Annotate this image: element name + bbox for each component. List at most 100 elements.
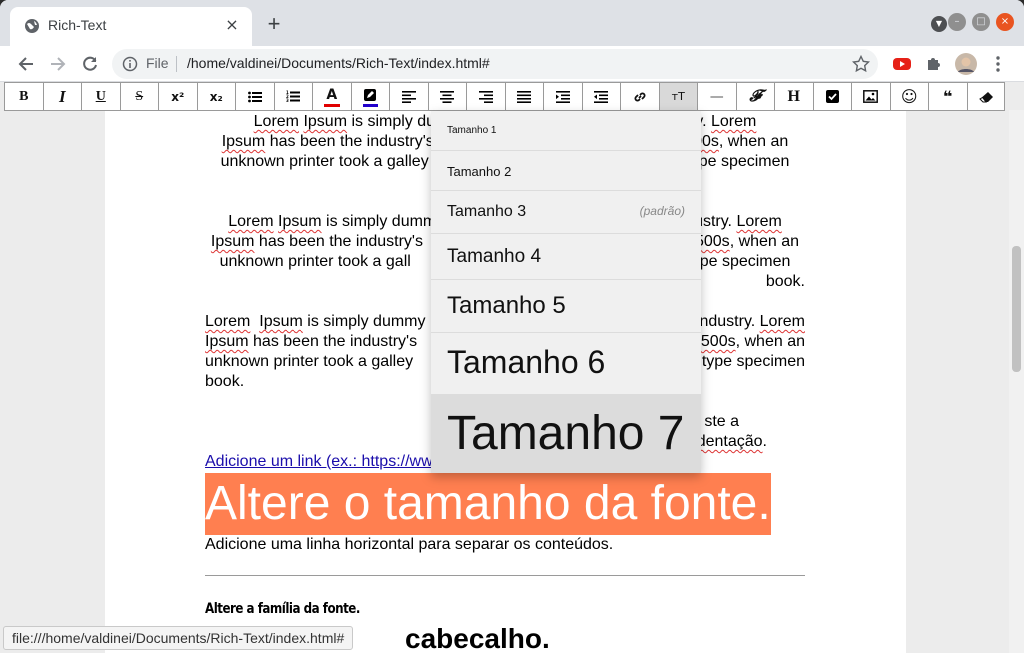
font-size-option-5[interactable]: Tamanho 5 xyxy=(431,280,701,333)
avatar[interactable] xyxy=(954,52,978,76)
align-justify-icon xyxy=(517,90,532,103)
youtube-extension-icon[interactable] xyxy=(890,52,914,76)
editor-toolbar: B I U S x² x₂ 123 A тT — 𝓕 H ☺ ❝ xyxy=(4,82,1005,111)
puzzle-extensions-icon[interactable] xyxy=(922,52,946,76)
font-family-icon: 𝓕 xyxy=(749,87,762,105)
browser-window: Rich-Text × + ▼ – □ × File /home/valdine… xyxy=(0,0,1024,653)
bold-icon: B xyxy=(19,88,29,104)
font-color-button[interactable]: A xyxy=(313,83,352,110)
info-icon[interactable] xyxy=(122,56,138,72)
horizontal-rule-button[interactable]: — xyxy=(698,83,737,110)
navigation-bar: File /home/valdinei/Documents/Rich-Text/… xyxy=(0,46,1024,82)
font-size-option-2[interactable]: Tamanho 2 xyxy=(431,151,701,191)
align-right-button[interactable] xyxy=(467,83,506,110)
eraser-button[interactable] xyxy=(968,83,1007,110)
option-label: Tamanho 3 xyxy=(447,203,527,220)
align-left-icon xyxy=(401,90,416,103)
horizontal-rule-icon: — xyxy=(709,88,724,105)
highlight-color-swatch xyxy=(362,104,378,107)
font-size-option-6[interactable]: Tamanho 6 xyxy=(431,333,701,395)
highlighter-icon xyxy=(364,88,377,101)
link-button[interactable] xyxy=(621,83,660,110)
font-size-button[interactable]: тT xyxy=(659,83,698,110)
font-color-icon: A xyxy=(326,86,338,103)
superscript-icon: x² xyxy=(171,89,185,104)
option-label: Tamanho 1 xyxy=(447,125,497,136)
strikethrough-button[interactable]: S xyxy=(121,83,159,110)
more-menu-icon[interactable] xyxy=(986,52,1010,76)
font-family-text: Altere a família da fonte. xyxy=(205,601,360,617)
back-arrow-icon xyxy=(18,57,33,71)
default-note: (padrão) xyxy=(639,204,685,218)
eraser-icon xyxy=(979,91,994,102)
heading-icon: H xyxy=(787,87,800,105)
underline-button[interactable]: U xyxy=(82,83,121,110)
unordered-list-button[interactable] xyxy=(236,83,275,110)
outdent-button[interactable] xyxy=(583,83,621,110)
url-text[interactable]: /home/valdinei/Documents/Rich-Text/index… xyxy=(187,55,490,71)
reload-icon xyxy=(83,56,97,71)
tab-rich-text[interactable]: Rich-Text × xyxy=(10,7,252,46)
italic-icon: I xyxy=(58,86,66,106)
tab-strip: Rich-Text × + ▼ – □ × xyxy=(0,0,1024,46)
font-color-swatch xyxy=(324,104,340,107)
quote-button[interactable]: ❝ xyxy=(929,83,968,110)
tab-title: Rich-Text xyxy=(48,17,107,33)
heading-button[interactable]: H xyxy=(775,83,814,110)
address-bar[interactable]: File /home/valdinei/Documents/Rich-Text/… xyxy=(112,49,878,79)
superscript-button[interactable]: x² xyxy=(159,83,198,110)
italic-button[interactable]: I xyxy=(44,83,82,110)
minimize-icon[interactable]: – xyxy=(948,13,966,31)
font-size-option-7[interactable]: Tamanho 7 xyxy=(431,395,701,473)
bookmark-star-icon[interactable] xyxy=(852,55,870,73)
image-icon xyxy=(863,90,879,103)
align-right-icon xyxy=(478,90,493,103)
scheme-label: File xyxy=(146,55,169,71)
divider xyxy=(176,56,177,72)
highlight-color-button[interactable] xyxy=(352,83,390,110)
hr-caption: Adicione uma linha horizontal para separ… xyxy=(205,536,614,553)
align-justify-button[interactable] xyxy=(506,83,544,110)
align-center-button[interactable] xyxy=(429,83,467,110)
option-label: Tamanho 6 xyxy=(447,344,606,380)
align-left-button[interactable] xyxy=(390,83,429,110)
image-button[interactable] xyxy=(852,83,891,110)
checkbox-button[interactable] xyxy=(814,83,852,110)
back-button[interactable] xyxy=(12,50,40,78)
numbered-list-icon: 123 xyxy=(286,90,301,103)
font-size-option-3[interactable]: Tamanho 3 (padrão) xyxy=(431,191,701,234)
checkbox-icon xyxy=(825,90,839,103)
svg-text:3: 3 xyxy=(286,98,289,103)
option-label: Tamanho 2 xyxy=(447,164,512,179)
indent-button[interactable] xyxy=(544,83,583,110)
vertical-scrollbar[interactable] xyxy=(1009,110,1024,653)
scrollbar-thumb[interactable] xyxy=(1012,246,1021,372)
strikethrough-icon: S xyxy=(135,88,144,104)
page-viewport: Lorem Ipsum is simply dummydustry. Lorem… xyxy=(0,82,1024,653)
font-family-button[interactable]: 𝓕 xyxy=(737,83,775,110)
tab-close-icon[interactable]: × xyxy=(222,15,242,35)
maximize-icon[interactable]: □ xyxy=(972,13,990,31)
font-size-dropdown: Tamanho 1 Tamanho 2 Tamanho 3 (padrão) T… xyxy=(431,111,701,473)
forward-button[interactable] xyxy=(44,50,72,78)
close-window-icon[interactable]: × xyxy=(996,13,1014,31)
emoji-button[interactable]: ☺ xyxy=(891,83,929,110)
new-tab-button[interactable]: + xyxy=(262,13,286,37)
tab-search-icon[interactable]: ▼ xyxy=(931,16,947,32)
window-controls: – □ × xyxy=(948,12,1014,32)
emoji-icon: ☺ xyxy=(900,87,918,106)
indent-icon xyxy=(555,90,570,103)
example-link[interactable]: Adicione um link (ex.: https://ww xyxy=(205,453,433,470)
status-bar: file:///home/valdinei/Documents/Rich-Tex… xyxy=(3,626,354,650)
heading-text: cabecalho. xyxy=(405,623,550,653)
font-size-option-4[interactable]: Tamanho 4 xyxy=(431,234,701,280)
reload-button[interactable] xyxy=(76,50,104,78)
option-label: Tamanho 5 xyxy=(447,292,566,319)
outdent-icon xyxy=(594,90,609,103)
font-size-option-1[interactable]: Tamanho 1 xyxy=(431,111,701,151)
option-label: Tamanho 7 xyxy=(447,407,685,460)
bold-button[interactable]: B xyxy=(5,83,44,110)
large-highlighted-text: Altere o tamanho da fonte. xyxy=(205,473,771,535)
ordered-list-button[interactable]: 123 xyxy=(275,83,313,110)
subscript-button[interactable]: x₂ xyxy=(198,83,236,110)
